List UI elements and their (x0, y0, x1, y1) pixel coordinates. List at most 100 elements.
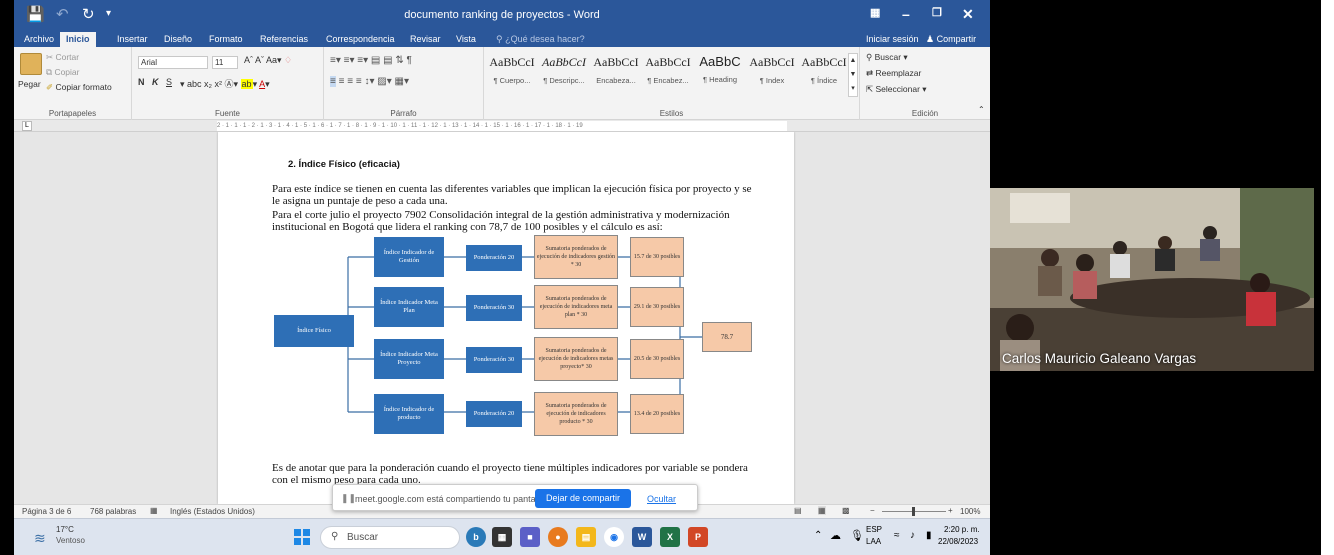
print-layout-icon[interactable]: ▦ (818, 506, 826, 515)
weather-desc[interactable]: Ventoso (56, 536, 85, 545)
editing-group-label: Edición (911, 109, 939, 118)
tab-referencias[interactable]: Referencias (260, 34, 308, 44)
weather-icon[interactable]: ≋ (34, 530, 46, 547)
ruler-scale: 2 · 1 · 1 · 1 · 2 · 1 · 3 · 1 · 4 · 1 · … (217, 121, 787, 131)
weight-node: Ponderación 30 (466, 347, 522, 373)
word-icon[interactable]: W (632, 527, 652, 547)
language-status[interactable]: Inglés (Estados Unidos) (170, 507, 255, 516)
select-button[interactable]: ⇱ Seleccionar ▾ (866, 84, 927, 95)
close-button[interactable]: ✕ (962, 6, 974, 23)
list-buttons[interactable]: ≡▾ ≡▾ ≡▾ ▤ ▤ ⇅ ¶ (330, 55, 412, 66)
share-message: meet.google.com está compartiendo tu pan… (355, 494, 548, 504)
font-size-select[interactable]: 11 (212, 56, 238, 69)
clock-date[interactable]: 22/08/2023 (938, 537, 978, 546)
style-sample: AaBbCcI (749, 55, 795, 69)
participant-video-tile[interactable]: Carlos Mauricio Galeano Vargas (990, 188, 1314, 371)
paste-button[interactable]: Pegar (18, 79, 41, 89)
chevron-up-icon[interactable]: ⌃ (814, 530, 822, 541)
file-explorer-icon[interactable]: ▤ (576, 527, 596, 547)
proofing-icon[interactable]: ▦ (150, 506, 158, 515)
task-view-icon[interactable]: ▦ (492, 527, 512, 547)
align-left-icon: ≡ (330, 76, 336, 87)
stop-sharing-button[interactable]: Dejar de compartir (535, 489, 631, 508)
font-name-select[interactable]: Arial (138, 56, 208, 69)
drag-handle-icon[interactable]: ❚❚ (341, 493, 356, 504)
paste-icon[interactable] (20, 53, 42, 75)
volume-icon[interactable]: ♪ (910, 530, 915, 541)
input-lang-sub[interactable]: LAA (866, 537, 881, 546)
hide-link[interactable]: Ocultar (647, 494, 676, 504)
underline-button[interactable]: S (166, 77, 172, 87)
tab-formato[interactable]: Formato (209, 34, 243, 44)
zoom-slider-thumb[interactable] (912, 507, 915, 516)
replace-button[interactable]: ⇄ Reemplazar (866, 68, 921, 79)
text-effects-buttons[interactable]: ▾ abc x₂ x² Ⓐ▾ ab▾ A▾ (180, 77, 270, 90)
tab-revisar[interactable]: Revisar (410, 34, 441, 44)
indicator-node: Índice Indicador de Gestión (374, 237, 444, 277)
collapse-ribbon-icon[interactable]: ⌃ (978, 105, 985, 114)
zoom-in-button[interactable]: + (948, 506, 953, 515)
page-count[interactable]: Página 3 de 6 (22, 507, 71, 516)
word-count[interactable]: 768 palabras (90, 507, 136, 516)
tab-archivo[interactable]: Archivo (24, 34, 54, 44)
tell-me-input[interactable]: ⚲ ¿Qué desea hacer? (496, 34, 585, 45)
minimize-button[interactable]: – (902, 6, 910, 22)
web-layout-icon[interactable]: ▩ (842, 506, 850, 515)
wifi-icon[interactable]: ≈ (894, 530, 900, 541)
cloud-icon[interactable]: ☁ (830, 529, 841, 542)
style-indice[interactable]: AaBbCcI ¶ Índice (798, 55, 850, 85)
tab-insertar[interactable]: Insertar (117, 34, 148, 44)
weather-temp[interactable]: 17°C (56, 525, 74, 534)
mic-icon[interactable]: 🎙 (850, 529, 864, 542)
score-node: 29.1 de 30 posibles (630, 287, 684, 327)
tab-inicio[interactable]: Inicio (60, 32, 96, 47)
style-name: ¶ Descripc... (543, 76, 585, 85)
style-name: ¶ Encabez... (647, 76, 689, 85)
zoom-out-button[interactable]: − (870, 506, 875, 515)
italic-button[interactable]: K (152, 77, 159, 87)
tab-selector[interactable]: L (22, 121, 32, 131)
search-icon: ⚲ (331, 531, 339, 542)
styles-scroll[interactable]: ▲ ▼ ▾ (848, 53, 858, 97)
signin-link[interactable]: Iniciar sesión (866, 34, 919, 44)
style-encabezado-2[interactable]: AaBbCcI ¶ Encabez... (642, 55, 694, 85)
tell-me-text: ¿Qué desea hacer? (505, 34, 585, 44)
teams-icon[interactable]: ■ (520, 527, 540, 547)
tab-correspondencia[interactable]: Correspondencia (326, 34, 395, 44)
read-mode-icon[interactable]: ▤ (794, 506, 802, 515)
grow-shrink-font[interactable]: Aˆ Aˇ Aa▾ ♢ (244, 55, 292, 66)
input-lang[interactable]: ESP (866, 525, 882, 534)
bold-button[interactable]: N (138, 77, 145, 87)
formula-node: Sumatoria ponderados de ejecución de ind… (534, 337, 618, 381)
document-page[interactable]: 2. Índice Físico (eficacia) Para este ín… (218, 132, 794, 504)
windows-start-icon[interactable] (292, 527, 312, 547)
battery-icon[interactable]: ▮ (926, 530, 932, 541)
taskbar-search[interactable]: ⚲ Buscar (320, 526, 460, 549)
maximize-button[interactable]: ❐ (932, 6, 942, 19)
share-button[interactable]: ♟ Compartir (926, 34, 976, 45)
ruler: L 2 · 1 · 1 · 1 · 2 · 1 · 3 · 1 · 4 · 1 … (14, 120, 990, 132)
find-label: Buscar (874, 52, 902, 62)
style-encabezado[interactable]: AaBbCcI Encabeza... (590, 55, 642, 85)
format-painter-button[interactable]: ✐ Copiar formato (46, 82, 112, 93)
font-group: Arial 11 Aˆ Aˇ Aa▾ ♢ N K S ▾ abc x₂ x² Ⓐ… (132, 47, 324, 120)
style-index[interactable]: AaBbCcI ¶ Index (746, 55, 798, 85)
ribbon-display-icon[interactable]: ▦ (870, 6, 880, 19)
indicator-node: Índice Indicador de producto (374, 394, 444, 434)
zoom-level[interactable]: 100% (960, 507, 980, 516)
style-heading[interactable]: AaBbC ¶ Heading (694, 54, 746, 84)
style-descripcion[interactable]: AaBbCcI ¶ Descripc... (538, 55, 590, 85)
find-button[interactable]: ⚲ Buscar ▾ (866, 52, 908, 63)
align-buttons[interactable]: ≡ ≡ ≡ ≡ ↕▾ ▨▾ ▦▾ (330, 76, 409, 87)
style-cuerpo[interactable]: AaBbCcI ¶ Cuerpo... (486, 55, 538, 85)
tab-diseno[interactable]: Diseño (164, 34, 192, 44)
excel-icon[interactable]: X (660, 527, 680, 547)
copilot-icon[interactable]: b (466, 527, 486, 547)
copy-button[interactable]: ⧉ Copiar (46, 67, 79, 78)
powerpoint-icon[interactable]: P (688, 527, 708, 547)
cut-button[interactable]: ✂ Cortar (46, 52, 79, 63)
firefox-icon[interactable]: ● (548, 527, 568, 547)
tab-vista[interactable]: Vista (456, 34, 476, 44)
clock-time[interactable]: 2:20 p. m. (944, 525, 980, 534)
chrome-icon[interactable]: ◉ (604, 527, 624, 547)
